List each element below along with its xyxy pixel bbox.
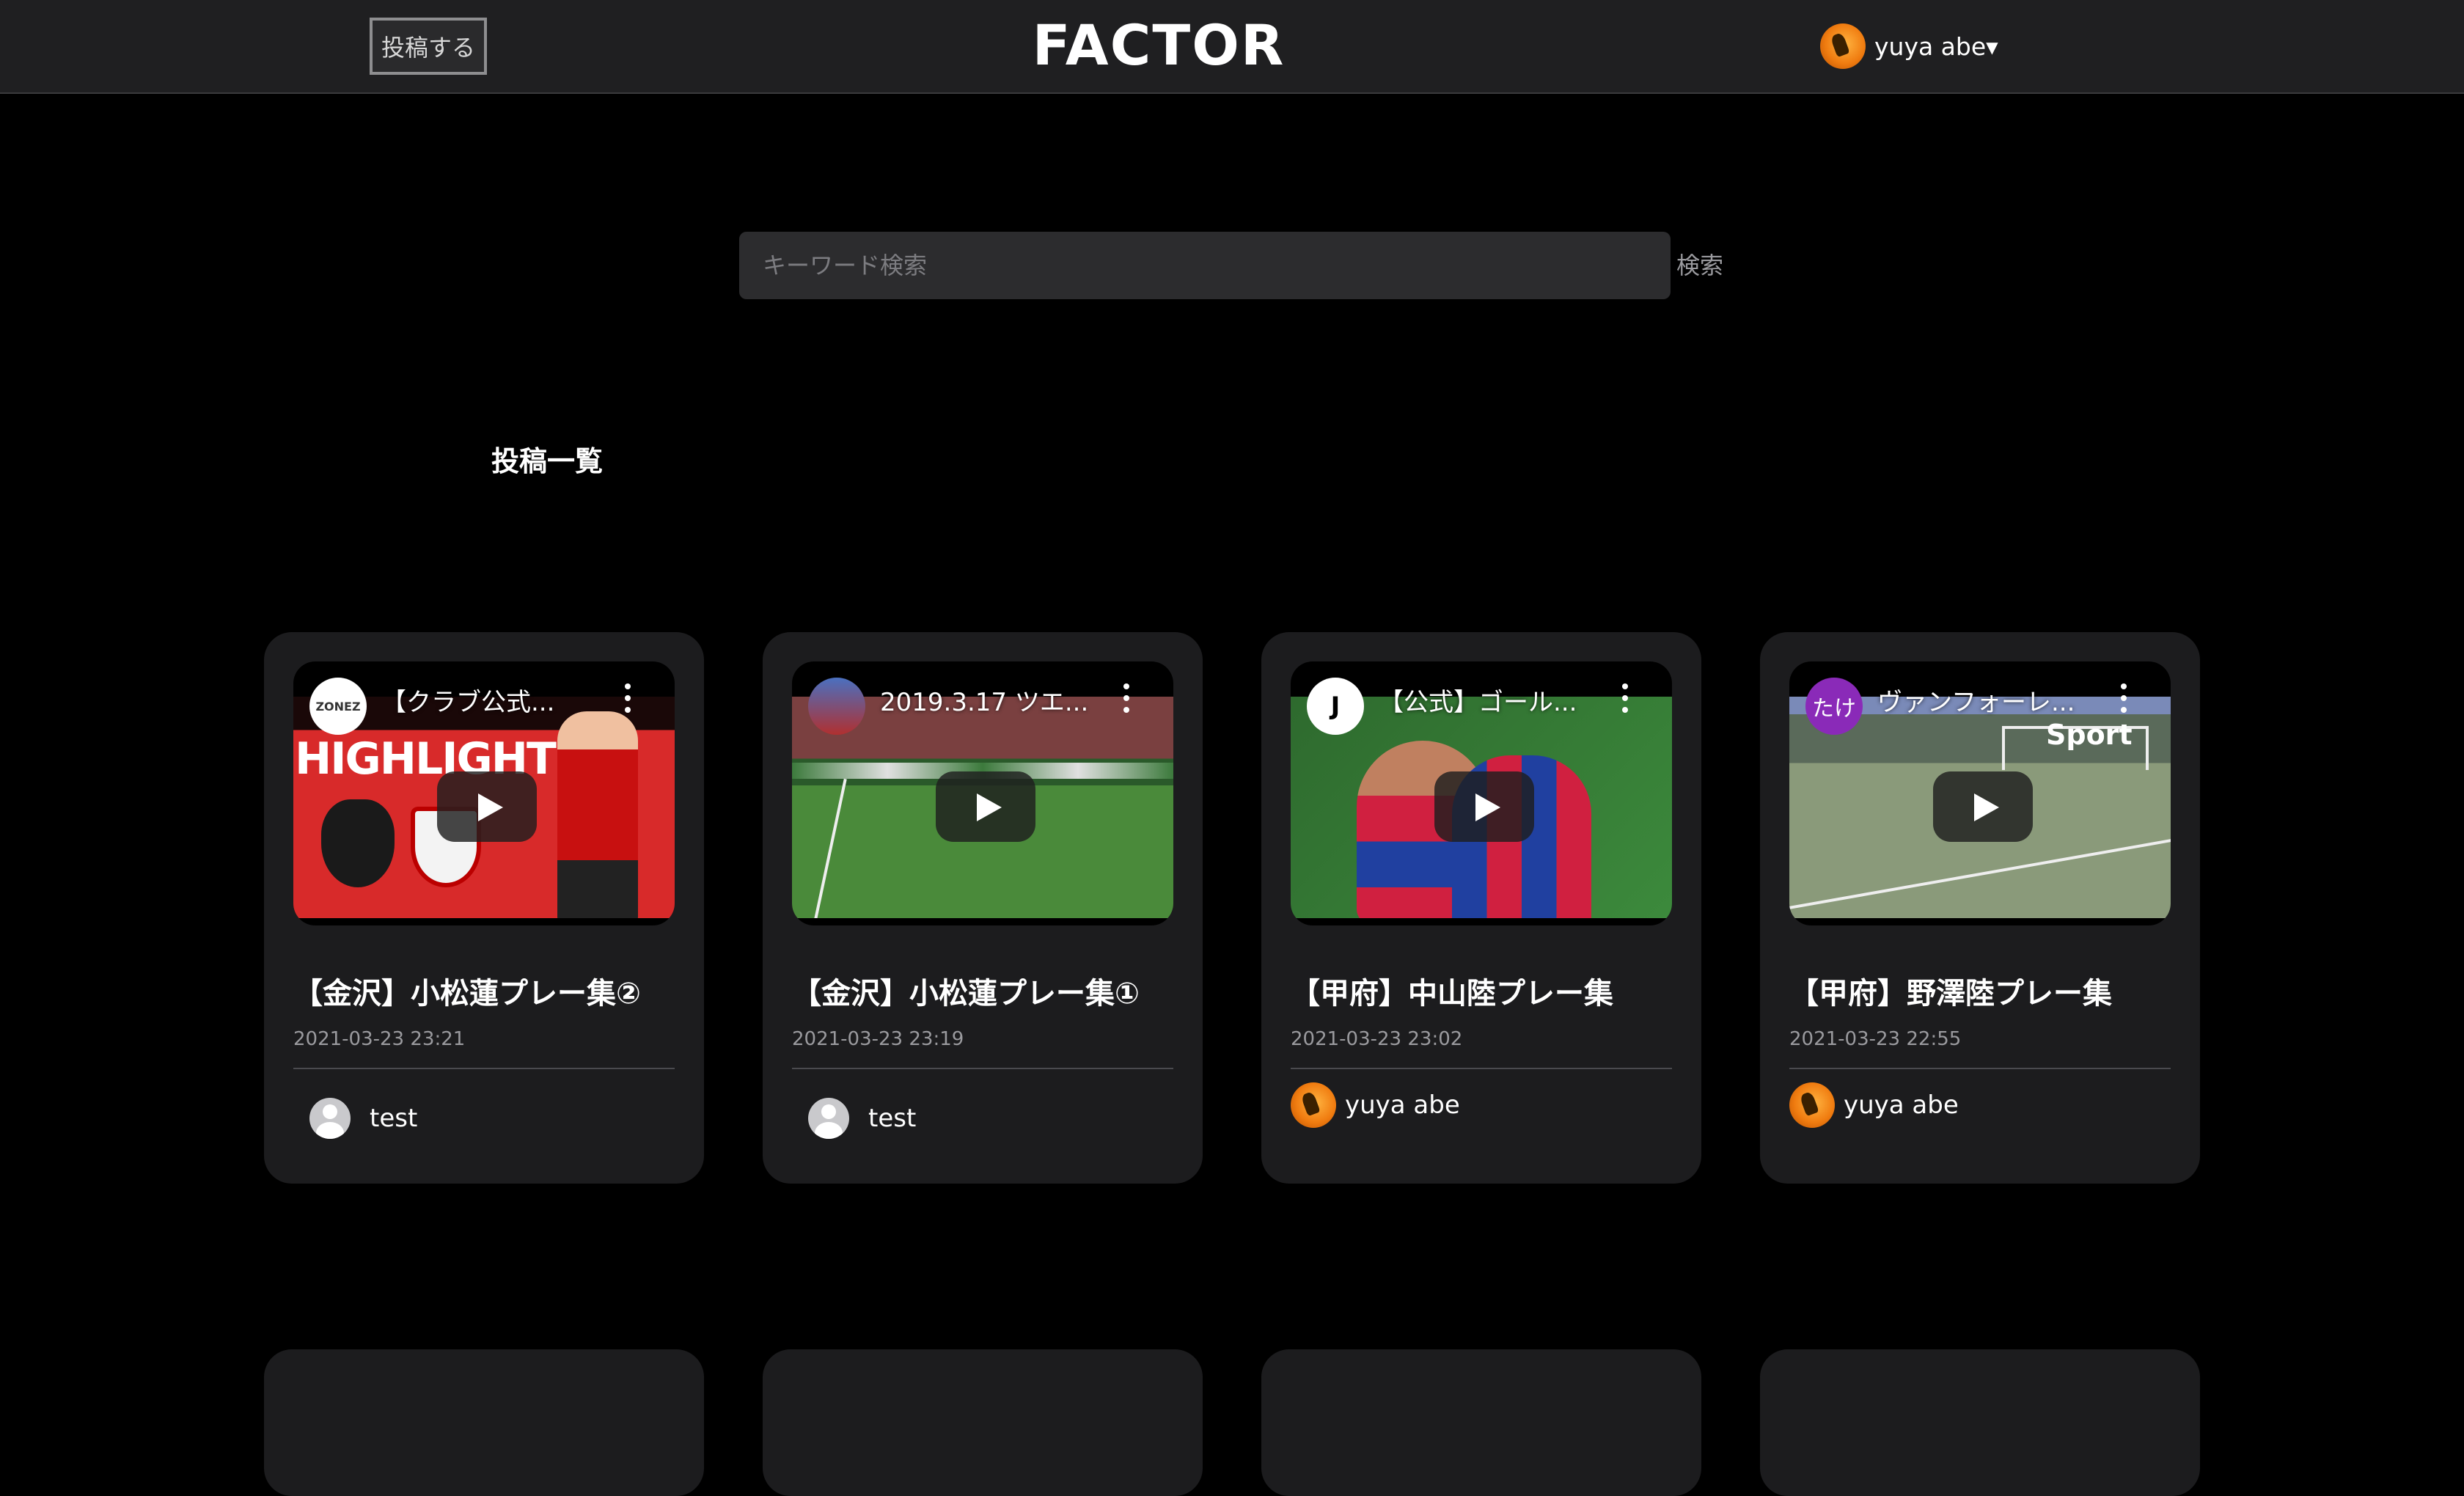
play-icon[interactable]	[1933, 771, 2033, 842]
video-thumbnail[interactable]: 2019.3.17 ツエ...	[792, 661, 1173, 925]
pitch-line	[1789, 837, 2171, 912]
divider	[1291, 1068, 1672, 1069]
play-icon[interactable]	[936, 771, 1035, 842]
video-thumbnail[interactable]: Sport たけ ヴァンフォーレ...	[1789, 661, 2171, 925]
video-title[interactable]: 2019.3.17 ツエ...	[880, 682, 1088, 718]
author-name: test	[868, 1104, 917, 1133]
play-icon[interactable]	[1434, 771, 1534, 842]
author-name: test	[370, 1104, 418, 1133]
default-avatar-icon	[808, 1098, 849, 1139]
post-author[interactable]: test	[808, 1096, 916, 1141]
user-avatar	[1789, 1082, 1835, 1128]
author-name: yuya abe	[1345, 1090, 1460, 1120]
search-button[interactable]: 検索	[1676, 246, 1723, 285]
divider	[1789, 1068, 2171, 1069]
post-button[interactable]: 投稿する	[370, 18, 487, 75]
thumbnail-text: Sport	[2046, 719, 2133, 751]
video-title[interactable]: ヴァンフォーレ...	[1877, 682, 2075, 718]
divider	[792, 1068, 1173, 1069]
post-title[interactable]: 【金沢】小松蓮プレー集①	[792, 969, 1140, 1012]
post-card[interactable]	[1261, 1349, 1701, 1496]
more-options-icon[interactable]	[1123, 683, 1129, 713]
post-author[interactable]: yuya abe	[1789, 1082, 1959, 1128]
pitch-line	[813, 778, 847, 918]
post-card[interactable]: HIGHLIGHTS ZONEZ 【クラブ公式... 【金沢】小松蓮プレー集② …	[264, 632, 704, 1184]
post-title[interactable]: 【甲府】野澤陸プレー集	[1789, 969, 2112, 1012]
channel-avatar[interactable]: ZONEZ	[309, 678, 367, 735]
post-card[interactable]: 2019.3.17 ツエ... 【金沢】小松蓮プレー集① 2021-03-23 …	[763, 632, 1203, 1184]
post-title[interactable]: 【金沢】小松蓮プレー集②	[293, 969, 641, 1012]
post-date: 2021-03-23 23:02	[1291, 1028, 1463, 1050]
default-avatar-icon	[309, 1098, 351, 1139]
post-card[interactable]: J 【公式】ゴール... 【甲府】中山陸プレー集 2021-03-23 23:0…	[1261, 632, 1701, 1184]
video-title[interactable]: 【クラブ公式...	[381, 682, 554, 718]
video-title[interactable]: 【公式】ゴール...	[1379, 682, 1577, 718]
top-navbar: 投稿する FACTOR yuya abe▾	[0, 0, 2464, 94]
thumbnail-text: HIGHLIGHTS	[295, 733, 587, 785]
channel-avatar[interactable]	[808, 678, 865, 735]
post-author[interactable]: yuya abe	[1291, 1082, 1460, 1128]
more-options-icon[interactable]	[1622, 683, 1628, 713]
post-title[interactable]: 【甲府】中山陸プレー集	[1291, 969, 1613, 1012]
post-author[interactable]: test	[309, 1096, 417, 1141]
more-options-icon[interactable]	[625, 683, 631, 713]
channel-avatar[interactable]: J	[1307, 678, 1364, 735]
play-icon[interactable]	[437, 771, 537, 842]
author-name: yuya abe	[1844, 1090, 1959, 1120]
more-options-icon[interactable]	[2121, 683, 2127, 713]
post-card[interactable]: Sport たけ ヴァンフォーレ... 【甲府】野澤陸プレー集 2021-03-…	[1760, 632, 2200, 1184]
player-figure	[557, 711, 638, 918]
video-thumbnail[interactable]: J 【公式】ゴール...	[1291, 661, 1672, 925]
user-avatar	[1820, 23, 1866, 69]
post-date: 2021-03-23 23:19	[792, 1028, 964, 1050]
search-input[interactable]	[739, 232, 1671, 299]
club-crest	[321, 799, 395, 887]
divider	[293, 1068, 675, 1069]
user-name: yuya abe▾	[1874, 32, 1998, 61]
channel-avatar[interactable]: たけ	[1805, 678, 1863, 735]
video-thumbnail[interactable]: HIGHLIGHTS ZONEZ 【クラブ公式...	[293, 661, 675, 925]
user-menu[interactable]: yuya abe▾	[1820, 22, 1998, 70]
brand-logo[interactable]: FACTOR	[1012, 10, 1305, 81]
post-date: 2021-03-23 23:21	[293, 1028, 466, 1050]
post-card[interactable]	[763, 1349, 1203, 1496]
user-avatar	[1291, 1082, 1336, 1128]
post-date: 2021-03-23 22:55	[1789, 1028, 1962, 1050]
post-card[interactable]	[1760, 1349, 2200, 1496]
post-card[interactable]	[264, 1349, 704, 1496]
section-title: 投稿一覧	[491, 445, 604, 477]
